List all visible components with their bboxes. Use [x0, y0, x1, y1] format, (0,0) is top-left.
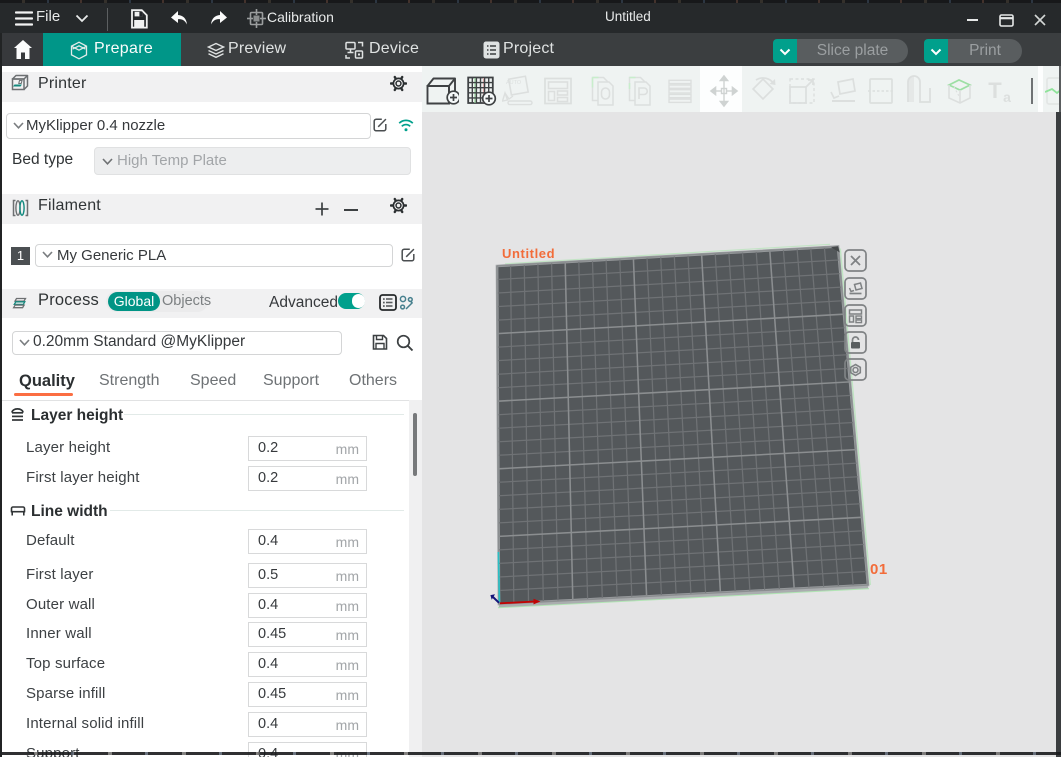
svg-text:T: T — [988, 78, 1002, 103]
svg-text:a: a — [1003, 89, 1011, 105]
svg-text:AUTO: AUTO — [506, 80, 522, 86]
